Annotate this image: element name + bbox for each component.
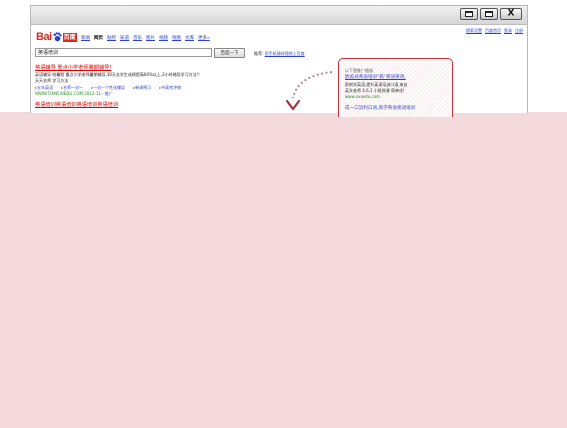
- result-2-title[interactable]: 英语培训英语培训英语培训英语培训: [35, 102, 118, 108]
- maximize-button[interactable]: [480, 8, 498, 20]
- nav-item-music[interactable]: 音乐: [133, 36, 142, 42]
- logo-text-du: 百度: [62, 32, 77, 42]
- sitelink-2[interactable]: 名师一对一: [61, 85, 83, 90]
- sitelink-4[interactable]: 新课预习: [133, 85, 151, 90]
- nav-item-zhidao[interactable]: 知道: [120, 36, 129, 42]
- top-links: 搜索设置 百度首页 登录 注册: [466, 28, 523, 33]
- close-button[interactable]: X: [500, 8, 522, 20]
- top-link-home[interactable]: 百度首页: [485, 28, 501, 33]
- result-1-desc-line2: 天天名师 学习方法: [35, 78, 69, 83]
- ad-bottom-link[interactable]: 成一口流利口语,就学英语英语培训: [345, 106, 415, 111]
- window-titlebar[interactable]: X: [31, 6, 527, 25]
- window-controls: X: [460, 8, 522, 21]
- result-1-url: WWW.TIANCAIEDU.COM 2012-11: [35, 91, 101, 96]
- ad-desc-line1: 即刻学英语,提升英语培训口语,来自: [345, 82, 408, 87]
- nav-item-web[interactable]: 网页: [94, 36, 103, 42]
- nav-item-wenku[interactable]: 文库: [185, 36, 194, 42]
- ad-desc-line2: 英文老师 4,6,1 小班授课 简单化!: [345, 88, 405, 93]
- result-1-promo[interactable]: - 推广: [102, 91, 113, 96]
- maximize-icon: [485, 11, 493, 17]
- close-icon: X: [507, 8, 515, 19]
- baidu-nav: 新闻 网页 贴吧 知道 音乐 图片 视频 地图 文库 更多»: [81, 36, 210, 42]
- page-background-fill: [0, 112, 567, 428]
- nav-item-tieba[interactable]: 贴吧: [107, 36, 116, 42]
- recommend-label: 推荐:: [254, 51, 264, 56]
- sitelink-3[interactable]: 一对一个性化辅导: [91, 85, 125, 90]
- ad-label: 以下是推广链接: [345, 68, 373, 73]
- nav-item-video[interactable]: 视频: [159, 36, 168, 42]
- minimize-button[interactable]: [460, 8, 478, 20]
- sitelink-1[interactable]: 五年英语: [35, 85, 53, 90]
- search-input[interactable]: 英语培训: [35, 48, 212, 57]
- recommend-text: 推荐: 用手机随时随地上百度: [254, 51, 305, 56]
- nav-item-map[interactable]: 地图: [172, 36, 181, 42]
- result-1-desc-line1: 英语辅导 给暑假 重点小学老师暑期辅导,30天去学生成绩提高60%以上,2小时辅…: [35, 72, 200, 77]
- result-1-url-line: WWW.TIANCAIEDU.COM 2012-11 - 推广: [35, 91, 113, 96]
- search-button[interactable]: 百度一下: [214, 48, 245, 58]
- top-link-settings[interactable]: 搜索设置: [466, 28, 482, 33]
- top-link-register[interactable]: 注册: [515, 28, 523, 33]
- nav-item-more[interactable]: 更多»: [198, 36, 210, 42]
- ad-panel: 以下是推广链接 欧美式英语培训"疯"英语英语, 即刻学英语,提升英语培训口语,来…: [338, 58, 453, 117]
- logo-text-bai: Bai: [36, 31, 52, 43]
- ad-url: www.xxxedu.com: [345, 94, 381, 99]
- result-1-sitelinks: 五年英语 名师一对一 一对一个性化辅导 新课预习 中高考冲刺: [35, 85, 181, 90]
- nav-item-images[interactable]: 图片: [146, 36, 155, 42]
- paw-icon: [53, 32, 62, 42]
- nav-item-news[interactable]: 新闻: [81, 36, 90, 42]
- ad-title[interactable]: 欧美式英语培训"疯"英语英语,: [345, 75, 406, 80]
- baidu-logo[interactable]: Bai 百度: [36, 31, 77, 43]
- top-link-login[interactable]: 登录: [504, 28, 512, 33]
- sitelink-5[interactable]: 中高考冲刺: [159, 85, 181, 90]
- minimize-icon: [465, 11, 473, 17]
- browser-window: X: [30, 5, 528, 113]
- result-1-title[interactable]: 英语辅导 重点小学老师暑期辅导!: [35, 65, 111, 71]
- recommend-link[interactable]: 用手机随时随地上百度: [265, 51, 305, 56]
